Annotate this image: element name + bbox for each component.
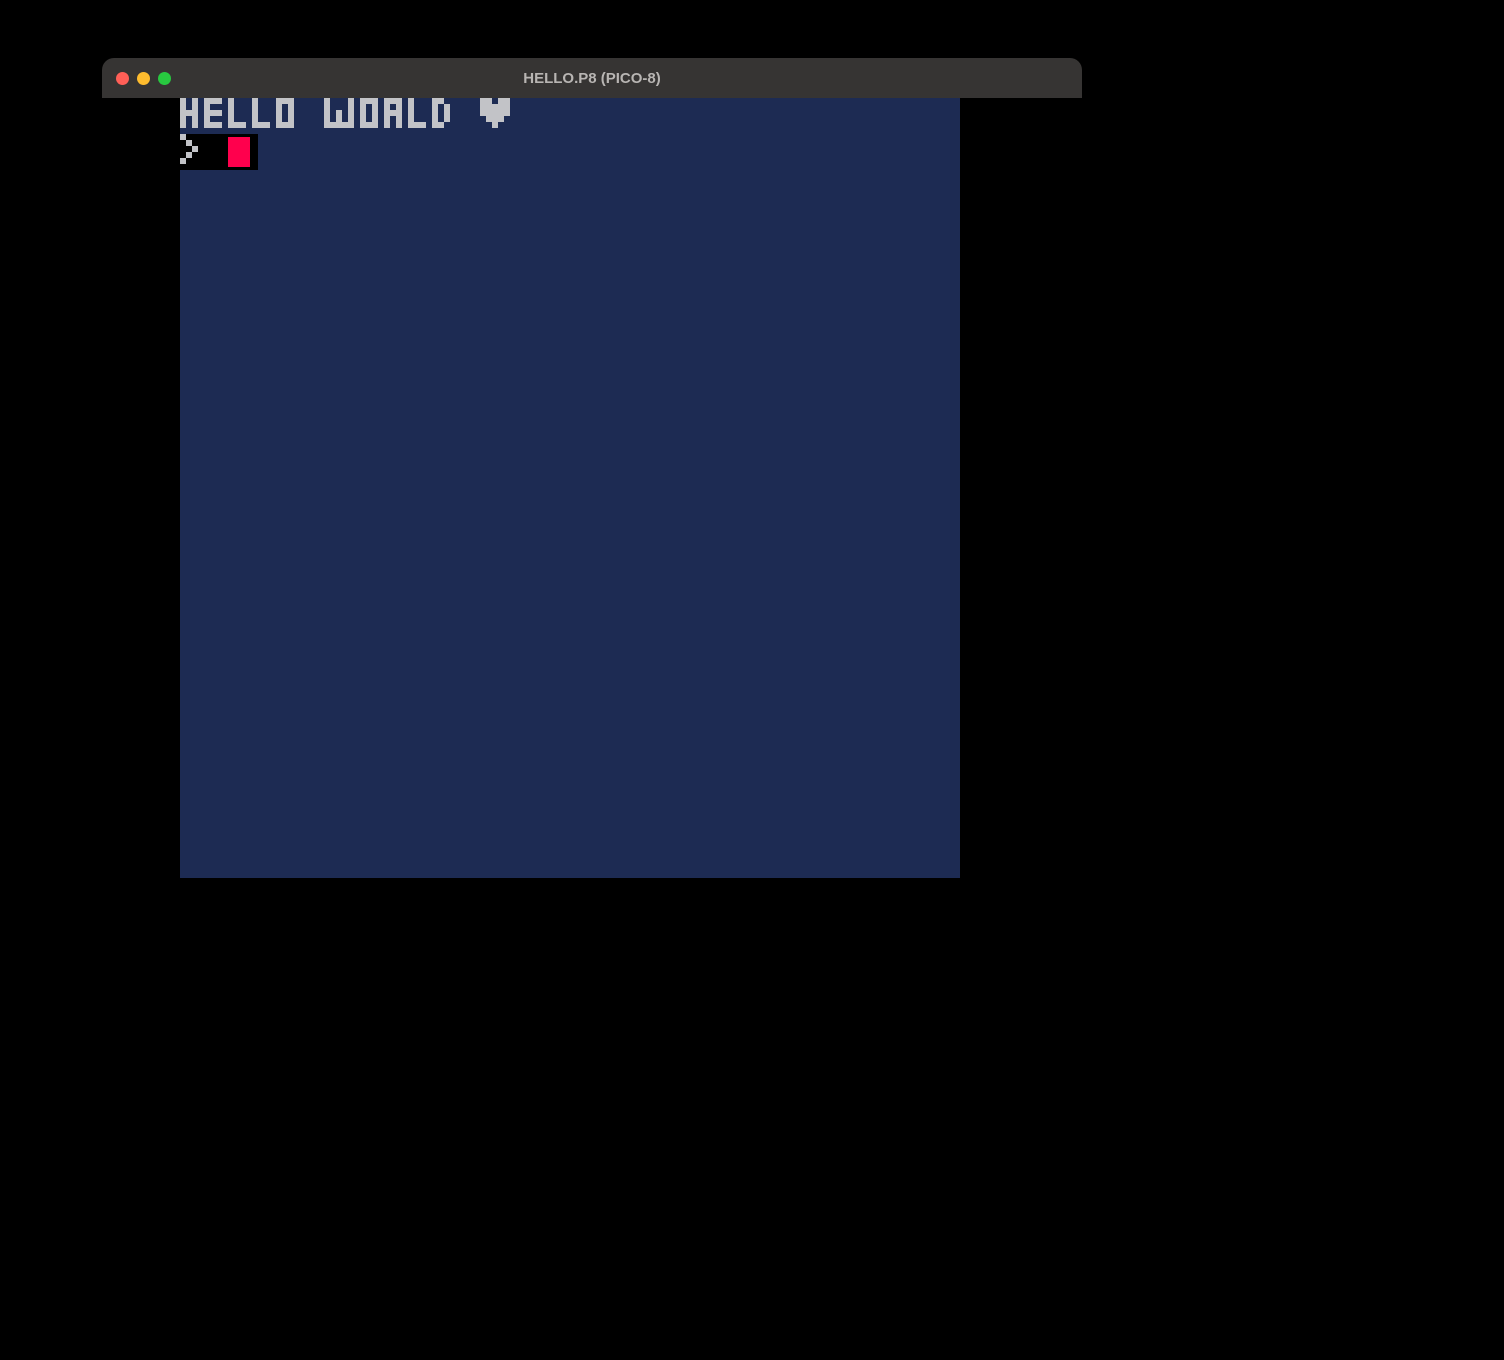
pico8-screen[interactable]: HELLO WORLD > [180,98,960,878]
window-title: HELLO.P8 (PICO-8) [102,70,1082,87]
close-button[interactable] [116,72,129,85]
zoom-button[interactable] [158,72,171,85]
console-output-line: HELLO WORLD [180,98,960,158]
window-content: HELLO WORLD > [102,98,1082,928]
prompt-row[interactable]: > [180,134,258,170]
cursor-block [228,137,250,167]
window-controls [116,72,171,85]
heart-icon [480,98,510,128]
titlebar[interactable]: HELLO.P8 (PICO-8) [102,58,1082,98]
app-window: HELLO.P8 (PICO-8) [102,58,1082,928]
prompt-glyph [180,134,198,164]
minimize-button[interactable] [137,72,150,85]
